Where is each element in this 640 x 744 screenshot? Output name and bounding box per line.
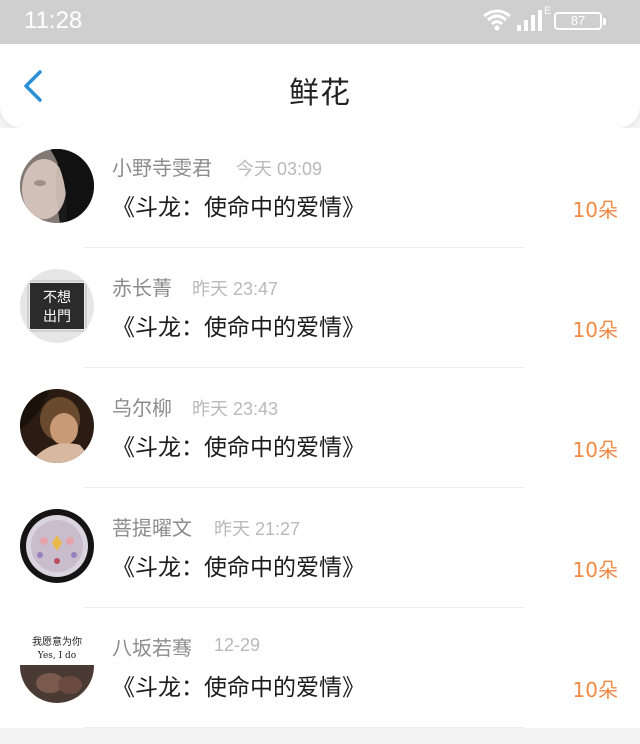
battery-icon: 87 xyxy=(554,12,606,30)
list-item[interactable]: 小野寺雯君 今天 03:09 《斗龙：使命中的爱情》 10朵 xyxy=(0,128,640,248)
flower-list: 小野寺雯君 今天 03:09 《斗龙：使命中的爱情》 10朵 不想 出門 赤长菁… xyxy=(0,128,640,728)
list-item[interactable]: 乌尔柳 昨天 23:43 《斗龙：使命中的爱情》 10朵 xyxy=(0,368,640,488)
flower-count: 10朵 xyxy=(572,318,618,342)
avatar[interactable]: 不想 出門 xyxy=(20,269,94,343)
avatar-text: Yes, I do xyxy=(37,651,76,661)
network-type-label: E xyxy=(544,5,552,17)
status-time: 11:28 xyxy=(24,7,83,34)
user-name[interactable]: 乌尔柳 xyxy=(112,392,172,421)
user-name[interactable]: 八坂若骞 xyxy=(112,632,192,661)
battery-level: 87 xyxy=(570,13,586,28)
list-item[interactable]: 菩提曜文 昨天 21:27 《斗龙：使命中的爱情》 10朵 xyxy=(0,488,640,608)
book-title[interactable]: 《斗龙：使命中的爱情》 xyxy=(112,668,365,702)
timestamp: 昨天 21:27 xyxy=(214,519,301,539)
flower-count: 10朵 xyxy=(572,438,618,462)
timestamp: 昨天 23:43 xyxy=(192,399,279,419)
status-bar: 11:28 E 87 xyxy=(0,0,640,44)
divider xyxy=(84,727,524,728)
avatar[interactable]: 我愿意为你 Yes, I do xyxy=(20,629,94,703)
list-item[interactable]: 不想 出門 赤长菁 昨天 23:47 《斗龙：使命中的爱情》 10朵 xyxy=(0,248,640,368)
nav-bar: 鲜花 xyxy=(0,44,640,128)
avatar-text: 我愿意为你 xyxy=(32,635,82,648)
list-item[interactable]: 我愿意为你 Yes, I do 八坂若骞 12-29 《斗龙：使命中的爱情》 1… xyxy=(0,608,640,728)
book-title[interactable]: 《斗龙：使命中的爱情》 xyxy=(112,308,365,342)
flower-count: 10朵 xyxy=(572,558,618,582)
user-name[interactable]: 赤长菁 xyxy=(112,272,172,301)
timestamp: 12-29 xyxy=(214,635,261,655)
avatar-text: 不想 xyxy=(43,290,71,306)
wifi-icon xyxy=(483,9,511,31)
user-name[interactable]: 小野寺雯君 xyxy=(112,152,212,181)
avatar[interactable] xyxy=(20,509,94,583)
page-title: 鲜花 xyxy=(289,76,351,111)
book-title[interactable]: 《斗龙：使命中的爱情》 xyxy=(112,548,365,582)
book-title[interactable]: 《斗龙：使命中的爱情》 xyxy=(112,188,365,222)
flower-count: 10朵 xyxy=(572,678,618,702)
flower-count: 10朵 xyxy=(572,198,618,222)
timestamp: 今天 03:09 xyxy=(236,159,323,179)
avatar[interactable] xyxy=(20,389,94,463)
user-name[interactable]: 菩提曜文 xyxy=(112,512,192,541)
avatar-text: 出門 xyxy=(43,309,71,325)
signal-icon xyxy=(517,10,542,31)
book-title[interactable]: 《斗龙：使命中的爱情》 xyxy=(112,428,365,462)
avatar[interactable] xyxy=(20,149,94,223)
timestamp: 昨天 23:47 xyxy=(192,279,279,299)
